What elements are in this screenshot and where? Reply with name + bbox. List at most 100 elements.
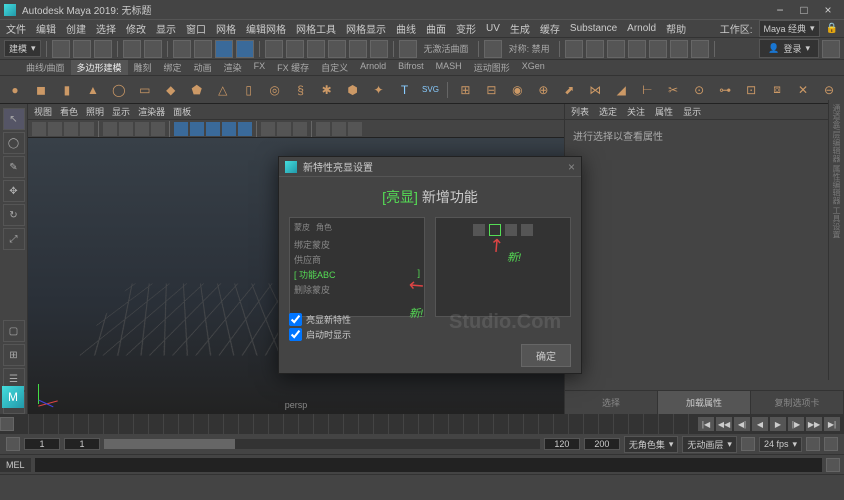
rp-btn-load[interactable]: 加载属性 [658,391,751,414]
poly-super-icon[interactable]: ✦ [368,79,390,101]
render-icon[interactable] [565,40,583,58]
connect-icon[interactable]: ⊶ [714,79,736,101]
new-scene-icon[interactable] [52,40,70,58]
maximize-button[interactable]: □ [792,3,816,17]
cmd-lang-label[interactable]: MEL [0,458,31,472]
insert-edge-icon[interactable]: ⊢ [636,79,658,101]
menu-cache[interactable]: 缓存 [540,21,560,36]
poly-torus-icon[interactable]: ◯ [108,79,130,101]
redo-icon[interactable] [144,40,162,58]
next-key-button[interactable]: |▶ [788,417,804,431]
poly-sphere-icon[interactable]: ● [4,79,26,101]
snap-live-icon[interactable] [349,40,367,58]
login-button[interactable]: 👤 登录 ▾ [759,39,819,58]
vp-image-plane-icon[interactable] [64,122,78,136]
shelf-tab-custom[interactable]: 自定义 [315,60,354,75]
menu-uv[interactable]: UV [486,23,500,34]
delete-edge-icon[interactable]: ✕ [792,79,814,101]
menu-window[interactable]: 窗口 [186,21,206,36]
lasso-icon[interactable] [194,40,212,58]
vp-menu-panels[interactable]: 面板 [173,105,191,118]
snap-plane-icon[interactable] [328,40,346,58]
rp-tab-selected[interactable]: 选定 [599,105,617,118]
vp-isolate-icon[interactable] [261,122,275,136]
set-key-icon[interactable] [741,437,755,451]
timeline-audio-icon[interactable] [0,417,14,431]
rp-tab-show[interactable]: 显示 [683,105,701,118]
shelf-tab-poly[interactable]: 多边形建模 [71,60,128,75]
vp-bookmark-icon[interactable] [48,122,62,136]
open-scene-icon[interactable] [73,40,91,58]
vp-shaded-icon[interactable] [190,122,204,136]
shelf-tab-anim[interactable]: 动画 [188,60,218,75]
multicut-icon[interactable]: ✂ [662,79,684,101]
lock-icon[interactable]: 🔒 [826,23,838,34]
vp-menu-shading[interactable]: 看色 [60,105,78,118]
collapse-icon[interactable]: ⊖ [818,79,840,101]
undo-icon[interactable] [123,40,141,58]
rp-tab-list[interactable]: 列表 [571,105,589,118]
rp-tab-focus[interactable]: 关注 [627,105,645,118]
render-view-icon[interactable] [628,40,646,58]
snap-point-icon[interactable] [307,40,325,58]
menu-select[interactable]: 选择 [96,21,116,36]
vp-film-gate-icon[interactable] [119,122,133,136]
layout-four-icon[interactable]: ⊞ [3,344,25,366]
extrude-icon[interactable]: ⬈ [558,79,580,101]
mirror-icon[interactable]: ⧈ [766,79,788,101]
combine-icon[interactable]: ⊞ [454,79,476,101]
menu-surface[interactable]: 曲面 [426,21,446,36]
boolean-icon[interactable]: ⊕ [532,79,554,101]
shelf-tab-render[interactable]: 渲染 [218,60,248,75]
scale-tool[interactable]: ⤢ [3,228,25,250]
live-surface-icon[interactable] [399,40,417,58]
range-start-input[interactable] [24,438,60,450]
play-fwd-button[interactable]: ▶ [770,417,786,431]
animlayer-dropdown[interactable]: 无动画层 ▾ [682,436,737,453]
playblast-icon[interactable] [691,40,709,58]
vp-res-gate-icon[interactable] [135,122,149,136]
poly-helix-icon[interactable]: § [290,79,312,101]
bevel-icon[interactable]: ◢ [610,79,632,101]
menu-meshtools[interactable]: 网格工具 [296,21,336,36]
poly-prism-icon[interactable]: ▯ [238,79,260,101]
menu-editmesh[interactable]: 编辑网格 [246,21,286,36]
minimize-button[interactable]: − [768,3,792,17]
vp-viewtransform-icon[interactable] [348,122,362,136]
menu-substance[interactable]: Substance [570,23,617,34]
smooth-icon[interactable]: ◉ [506,79,528,101]
snap-view-icon[interactable] [370,40,388,58]
menu-help[interactable]: 帮助 [666,21,686,36]
paint-select-icon[interactable] [215,40,233,58]
menu-generate[interactable]: 生成 [510,21,530,36]
poly-type-icon[interactable]: T [394,79,416,101]
poly-cone-icon[interactable]: ▲ [82,79,104,101]
go-start-button[interactable]: |◀ [698,417,714,431]
paint-tool[interactable]: ✎ [3,156,25,178]
close-button[interactable]: × [816,3,840,17]
vp-gamma-icon[interactable] [332,122,346,136]
confirm-button[interactable]: 确定 [521,344,571,367]
poly-pyramid-icon[interactable]: △ [212,79,234,101]
shelf-tab-mash[interactable]: MASH [430,60,468,75]
dialog-close-button[interactable]: × [568,160,575,174]
ipr-icon[interactable] [586,40,604,58]
charset-dropdown[interactable]: 无角色集 ▾ [624,436,679,453]
poly-soccer-icon[interactable]: ⬢ [342,79,364,101]
range-out-input[interactable] [544,438,580,450]
command-input[interactable] [35,458,822,472]
lasso-tool[interactable]: ◯ [3,132,25,154]
select-tool[interactable]: ↖ [3,108,25,130]
snap-grid-icon[interactable] [265,40,283,58]
autokey-icon[interactable] [806,437,820,451]
light-icon[interactable] [670,40,688,58]
shelf-tab-bifrost[interactable]: Bifrost [392,60,430,75]
rp-tab-attr[interactable]: 属性 [655,105,673,118]
workspace-dropdown[interactable]: Maya 经典 ▾ [759,20,820,37]
vp-shadows-icon[interactable] [238,122,252,136]
highlight-checkbox[interactable] [289,313,302,326]
menu-edit[interactable]: 编辑 [36,21,56,36]
vp-grid-icon[interactable] [103,122,117,136]
range-toggle-icon[interactable] [6,437,20,451]
time-slider[interactable] [14,414,694,434]
